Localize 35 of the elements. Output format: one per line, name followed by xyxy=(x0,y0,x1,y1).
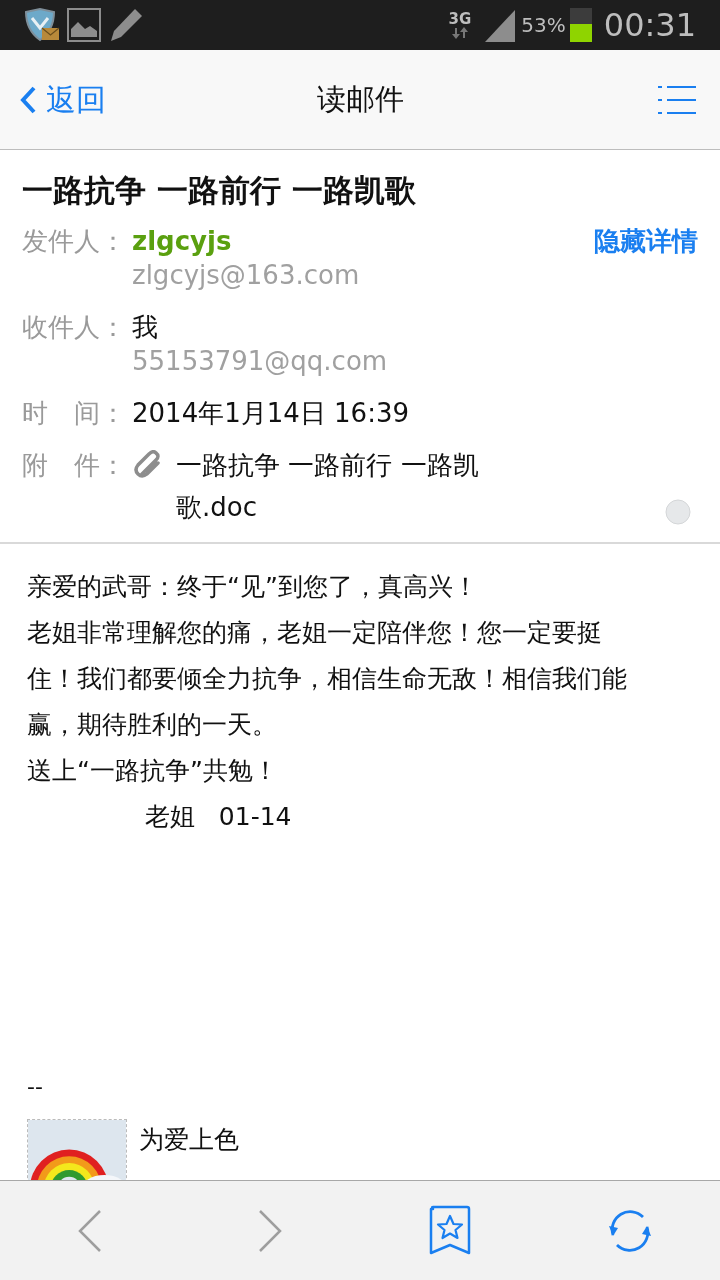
body-paragraph: 亲爱的武哥：终于“见”到您了，真高兴！ xyxy=(27,571,479,603)
signature-caption: 为爱上色 xyxy=(139,1124,239,1156)
chevron-right-icon xyxy=(257,1208,283,1253)
hide-details-link[interactable]: 隐藏详情 xyxy=(594,224,698,258)
field-label: 发件人： xyxy=(22,225,127,258)
chevron-left-icon xyxy=(77,1208,103,1253)
recipient-name: 我 xyxy=(132,311,159,344)
back-link[interactable]: 返回 xyxy=(20,77,106,122)
image-icon xyxy=(66,7,102,43)
refresh-icon xyxy=(607,1207,653,1254)
bookmark-star-icon xyxy=(429,1204,471,1257)
signal-icon xyxy=(483,8,518,42)
signature-separator: -- xyxy=(27,1073,44,1101)
signoff: 老姐 01-14 xyxy=(144,801,293,833)
page-title: 读邮件 xyxy=(316,80,404,118)
shield-mail-icon xyxy=(24,8,60,42)
pencil-icon xyxy=(108,7,144,43)
field-label: 收件人： xyxy=(22,311,127,344)
battery-percent: 53% xyxy=(521,12,566,39)
sender-address: zlgcyjs@163.com xyxy=(132,259,361,292)
attachment-link[interactable]: 一路抗争 一路前行 一路凯歌.doc xyxy=(176,444,516,528)
network-type: 3G xyxy=(448,11,472,27)
field-label: 时 间： xyxy=(22,397,127,430)
recipient-address: 55153791@qq.com xyxy=(132,345,388,378)
body-paragraph: 送上“一路抗争”共勉！ xyxy=(27,755,279,787)
email-subject: 一路抗争 一路前行 一路凯歌 xyxy=(22,171,417,210)
body-paragraph: 老姐非常理解您的痛，老姐一定陪伴您！您一定要挺住！我们都要倾全力抗争，相信生命无敌！相信我们能赢，期待胜利的一天。 xyxy=(27,617,628,741)
status-circle-icon xyxy=(664,498,692,526)
menu-icon xyxy=(658,84,696,115)
chevron-left-icon xyxy=(20,85,36,114)
clock: 00:31 xyxy=(603,5,696,46)
data-transfer-icon xyxy=(449,26,470,39)
sender-name: zlgcyjs xyxy=(132,225,233,258)
field-label: 附 件： xyxy=(22,449,127,482)
sent-time: 2014年1月14日 16:39 xyxy=(132,397,409,430)
